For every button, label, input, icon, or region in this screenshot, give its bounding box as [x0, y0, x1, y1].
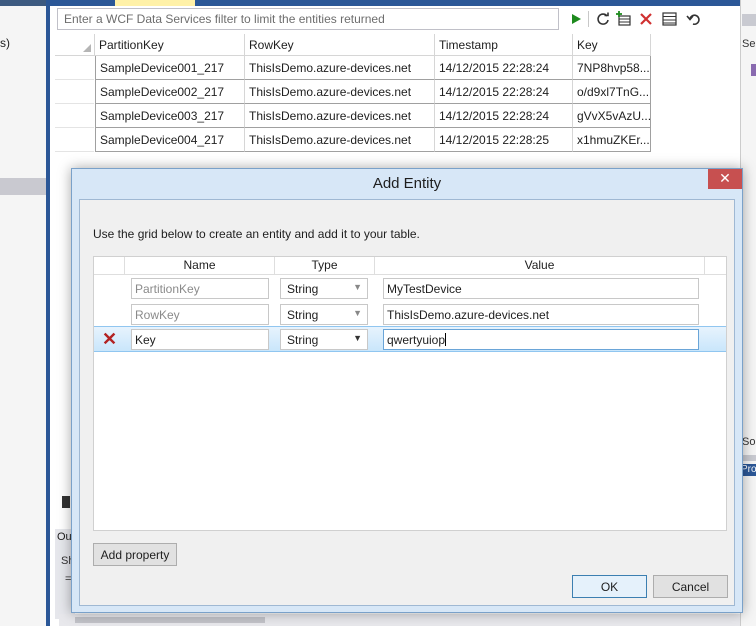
right-panel-text: So [742, 436, 756, 448]
toolbar-separator [588, 11, 589, 27]
property-row-selected: ✕ Key String ▼ qwertyuiop [94, 326, 726, 352]
close-icon[interactable]: ✕ [708, 169, 742, 189]
property-grid: Name Type Value PartitionKey String ▼ My… [93, 256, 727, 531]
column-header-value: Value [375, 257, 705, 275]
column-header-filler [705, 257, 726, 275]
row-header[interactable] [55, 56, 94, 80]
table-cell[interactable]: gVvX5vAzU... [573, 104, 651, 128]
property-type-value: String [287, 333, 319, 347]
table-cell[interactable]: SampleDevice002_217 [95, 80, 245, 104]
table-cell[interactable]: SampleDevice004_217 [95, 128, 245, 152]
table-cell[interactable]: SampleDevice001_217 [95, 56, 245, 80]
run-query-icon[interactable] [567, 10, 585, 28]
table-cell[interactable]: 14/12/2015 22:28:24 [435, 104, 573, 128]
property-type-select[interactable]: String ▼ [280, 329, 368, 350]
dialog-title: Add Entity [372, 175, 442, 192]
property-name-field[interactable]: Key [131, 329, 269, 350]
table-cell[interactable]: ThisIsDemo.azure-devices.net [245, 104, 435, 128]
active-document-tab[interactable] [115, 0, 195, 6]
property-row: RowKey String ▼ ThisIsDemo.azure-devices… [94, 301, 726, 327]
table-cell[interactable]: x1hmuZKEr... [573, 128, 651, 152]
left-panel-text: s) [0, 36, 10, 50]
left-panel-header [0, 0, 48, 6]
add-entity-dialog: Add Entity ✕ Use the grid below to creat… [71, 168, 743, 613]
property-row: PartitionKey String ▼ MyTestDevice [94, 275, 726, 301]
refresh-icon[interactable] [594, 10, 612, 28]
row-header[interactable] [55, 104, 94, 128]
undo-icon[interactable] [684, 10, 702, 28]
chevron-down-icon: ▼ [353, 282, 362, 292]
grid-corner [55, 34, 95, 56]
dialog-body: Use the grid below to create an entity a… [79, 199, 735, 606]
column-header-type: Type [275, 257, 375, 275]
property-grid-corner [94, 257, 125, 275]
property-type-value: String [287, 282, 319, 296]
right-panel-text: Pro [741, 464, 756, 476]
table-cell[interactable]: ThisIsDemo.azure-devices.net [245, 80, 435, 104]
right-panel-tab[interactable] [742, 455, 756, 461]
collapse-handle-icon[interactable] [62, 496, 70, 508]
property-type-select: String ▼ [280, 304, 368, 325]
property-value-field[interactable]: MyTestDevice [383, 278, 699, 299]
table-cell[interactable]: 14/12/2015 22:28:24 [435, 80, 573, 104]
delete-property-icon[interactable]: ✕ [102, 330, 118, 348]
add-entity-icon[interactable] [615, 10, 633, 28]
table-cell[interactable]: o/d9xl7TnG... [573, 80, 651, 104]
left-panel-selected-item[interactable] [0, 178, 46, 195]
text-caret [445, 333, 447, 346]
table-cell[interactable]: SampleDevice003_217 [95, 104, 245, 128]
grid-header-rowkey[interactable]: RowKey [245, 34, 435, 56]
dialog-instruction: Use the grid below to create an entity a… [93, 227, 420, 241]
property-value-field[interactable]: ThisIsDemo.azure-devices.net [383, 304, 699, 325]
add-property-button[interactable]: Add property [93, 543, 177, 566]
right-panel-tab[interactable] [742, 14, 756, 26]
grid-header-key[interactable]: Key [573, 34, 651, 56]
filter-input[interactable] [57, 8, 559, 30]
left-panel [0, 0, 48, 626]
row-header[interactable] [55, 128, 94, 152]
table-cell[interactable]: ThisIsDemo.azure-devices.net [245, 56, 435, 80]
table-cell[interactable]: 14/12/2015 22:28:25 [435, 128, 573, 152]
property-name-field: RowKey [131, 304, 269, 325]
property-type-select: String ▼ [280, 278, 368, 299]
table-cell[interactable]: 7NP8hvp58... [573, 56, 651, 80]
output-tab[interactable]: Ou [57, 531, 72, 543]
column-header-name: Name [125, 257, 275, 275]
property-value-field[interactable]: qwertyuiop [383, 329, 699, 350]
ok-button[interactable]: OK [572, 575, 647, 598]
chevron-down-icon[interactable]: ▼ [353, 333, 362, 343]
right-panel-text: Se [742, 38, 756, 50]
column-options-icon[interactable] [660, 10, 678, 28]
scrollbar-thumb[interactable] [75, 617, 265, 623]
grid-header-timestamp[interactable]: Timestamp [435, 34, 573, 56]
right-panel-tree [742, 64, 756, 144]
cancel-button[interactable]: Cancel [653, 575, 728, 598]
delete-entity-icon[interactable] [637, 10, 655, 28]
table-cell[interactable]: ThisIsDemo.azure-devices.net [245, 128, 435, 152]
property-name-field: PartitionKey [131, 278, 269, 299]
row-header[interactable] [55, 80, 94, 104]
property-type-value: String [287, 308, 319, 322]
property-value-text: qwertyuiop [387, 333, 446, 347]
entities-grid: PartitionKey RowKey Timestamp Key Sample… [55, 34, 653, 152]
grid-header-partitionkey[interactable]: PartitionKey [95, 34, 245, 56]
chevron-down-icon: ▼ [353, 308, 362, 318]
table-cell[interactable]: 14/12/2015 22:28:24 [435, 56, 573, 80]
